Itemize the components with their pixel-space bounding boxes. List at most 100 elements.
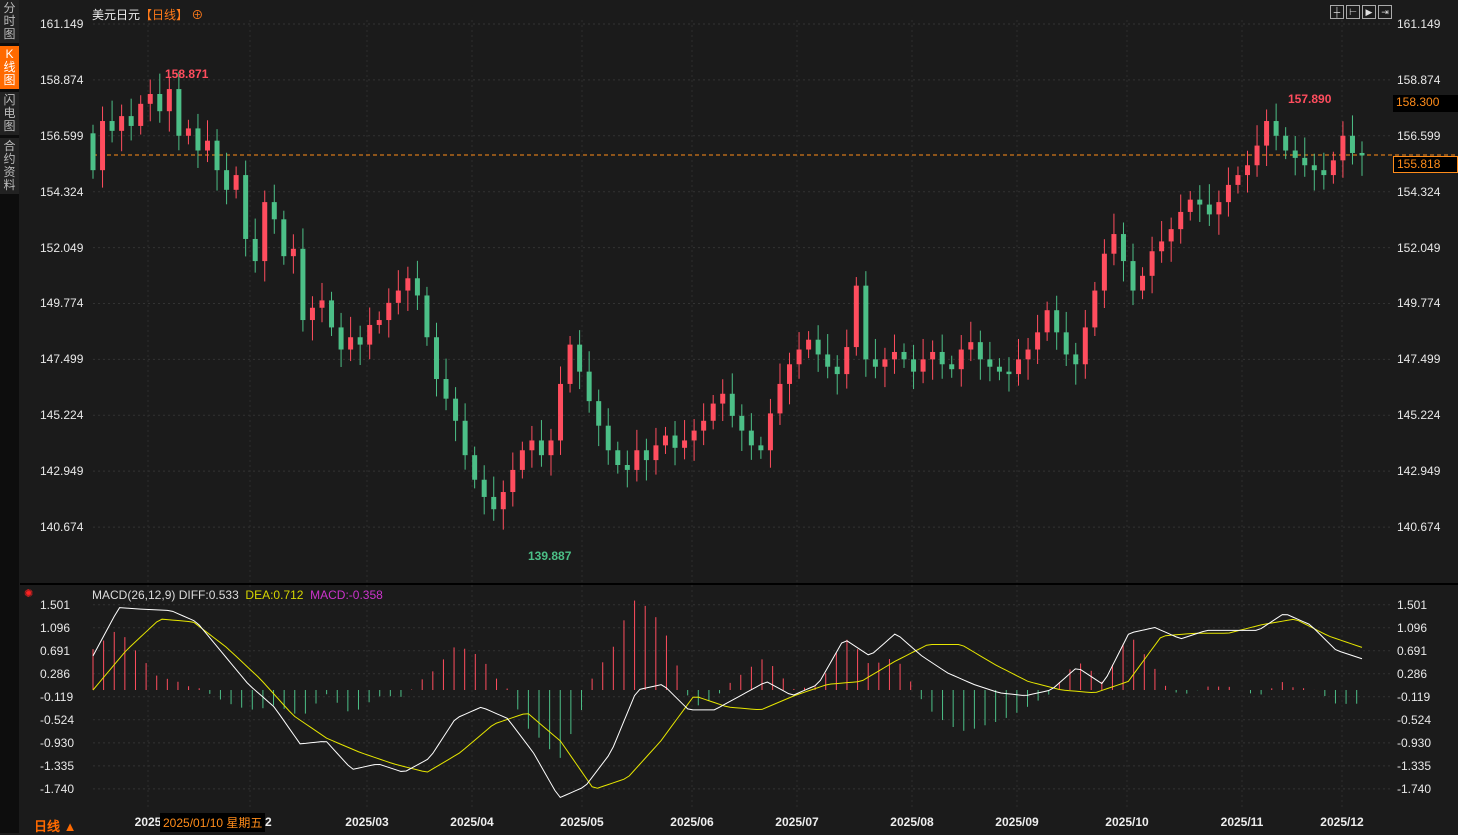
macd-tick-left: 1.501 bbox=[40, 597, 71, 612]
macd-tick-right: -1.740 bbox=[1397, 781, 1432, 796]
macd-settings-icon[interactable]: ✺ bbox=[24, 587, 33, 600]
candle-body bbox=[1321, 170, 1327, 176]
candle-body bbox=[271, 202, 277, 220]
candle-body bbox=[1235, 175, 1241, 185]
x-tick-label: 2025/08 bbox=[890, 815, 934, 829]
macd-tick-left: -0.930 bbox=[40, 735, 75, 750]
price-tick-left: 149.774 bbox=[40, 296, 84, 311]
candle-body bbox=[691, 430, 697, 441]
price-tick-left: 145.224 bbox=[40, 408, 84, 423]
macd-params: MACD(26,12,9) bbox=[92, 588, 176, 602]
macd-tick-right: 1.096 bbox=[1397, 620, 1428, 635]
range-select-icon[interactable]: ⊢ bbox=[1346, 5, 1360, 19]
candle-body bbox=[519, 450, 525, 470]
candle-body bbox=[996, 366, 1002, 372]
candle-body bbox=[1311, 165, 1317, 171]
candle-body bbox=[243, 175, 249, 239]
candle-body bbox=[920, 359, 926, 372]
x-tick-label: 2025 bbox=[134, 815, 162, 829]
high-label: 158.871 bbox=[165, 67, 209, 81]
candle-body bbox=[433, 337, 439, 380]
candle-body bbox=[138, 103, 144, 126]
candle-body bbox=[1149, 251, 1155, 276]
candle-body bbox=[357, 337, 363, 345]
macd-tick-right: -0.930 bbox=[1397, 735, 1432, 750]
candle-body bbox=[252, 238, 258, 262]
candle-body bbox=[538, 440, 544, 456]
recent-high-label: 157.890 bbox=[1288, 92, 1332, 106]
price-tick-right: 161.149 bbox=[1397, 17, 1441, 31]
candle-body bbox=[710, 403, 716, 421]
macd-tick-right: -0.119 bbox=[1397, 689, 1431, 704]
candle-body bbox=[529, 440, 535, 451]
candle-body bbox=[1130, 261, 1136, 291]
candle-body bbox=[958, 349, 964, 370]
play-forward-icon[interactable]: ▶ bbox=[1362, 5, 1376, 19]
chart-canvas[interactable]: 158.871 157.890 139.887 bbox=[0, 0, 1458, 833]
date-tooltip: 2025/01/10 星期五 bbox=[160, 813, 266, 832]
x-tick-label: 2025/09 bbox=[995, 815, 1039, 829]
candle-body bbox=[376, 320, 382, 325]
candle-body bbox=[1340, 135, 1346, 161]
candle-body bbox=[672, 435, 678, 448]
candle-body bbox=[1245, 165, 1251, 176]
macd-tick-left: -1.740 bbox=[40, 781, 75, 796]
candle-body bbox=[214, 140, 220, 171]
price-tick-right: 145.224 bbox=[1397, 408, 1441, 423]
low-label: 139.887 bbox=[528, 549, 572, 563]
x-tick-label: 2025/07 bbox=[775, 815, 819, 829]
candle-body bbox=[949, 364, 955, 370]
candle-body bbox=[806, 339, 812, 350]
macd-tick-left: -0.524 bbox=[40, 712, 75, 727]
candle-body bbox=[558, 383, 564, 441]
price-tick-right: 158.874 bbox=[1397, 72, 1441, 87]
x-tick-label: 2025/10 bbox=[1105, 815, 1149, 829]
candle-body bbox=[204, 140, 210, 151]
candle-body bbox=[1140, 275, 1146, 291]
candle-body bbox=[166, 89, 172, 112]
scroll-end-icon[interactable]: ⇥ bbox=[1378, 5, 1392, 19]
crosshair-icon[interactable]: ┼ bbox=[1330, 5, 1344, 19]
price-tick-left: 156.599 bbox=[40, 128, 84, 143]
candle-body bbox=[605, 425, 611, 451]
candle-body bbox=[930, 351, 936, 360]
candle-body bbox=[1197, 199, 1203, 205]
circle-plus-icon[interactable]: ⊕ bbox=[188, 8, 203, 22]
x-tick-label: 2025/06 bbox=[670, 815, 714, 829]
candle-body bbox=[233, 175, 239, 190]
candle-body bbox=[500, 492, 506, 510]
candle-body bbox=[510, 469, 516, 493]
candle-body bbox=[615, 450, 621, 466]
candle-body bbox=[1111, 234, 1117, 254]
candle-body bbox=[1006, 371, 1012, 375]
candle-body bbox=[1044, 310, 1050, 333]
candle-body bbox=[290, 248, 296, 257]
candle-body bbox=[701, 420, 707, 431]
price-tick-left: 147.499 bbox=[40, 352, 84, 367]
price-tick-left: 154.324 bbox=[40, 184, 84, 199]
candle-body bbox=[281, 219, 287, 257]
candle-body bbox=[395, 290, 401, 303]
candle-body bbox=[1035, 332, 1041, 350]
dea-value: DEA:0.712 bbox=[245, 588, 304, 602]
candle-body bbox=[176, 89, 182, 136]
diff-value: DIFF:0.533 bbox=[178, 588, 239, 602]
candle-body bbox=[787, 364, 793, 384]
candle-body bbox=[987, 359, 993, 367]
candle-body bbox=[968, 342, 974, 350]
candle-body bbox=[1159, 241, 1165, 252]
candle-body bbox=[147, 93, 153, 104]
candle-body bbox=[596, 401, 602, 426]
x-tick-label: 2025/03 bbox=[345, 815, 389, 829]
x-tick-label: 2025/11 bbox=[1220, 815, 1264, 829]
x-tick-label: 2025/04 bbox=[450, 815, 494, 829]
candle-body bbox=[882, 359, 888, 367]
candle-body bbox=[748, 430, 754, 446]
candle-body bbox=[758, 445, 764, 451]
period-button[interactable]: 日线 ▲ bbox=[34, 816, 76, 835]
candle-body bbox=[586, 371, 592, 402]
candle-body bbox=[825, 354, 831, 367]
candle-body bbox=[863, 285, 869, 360]
candle-body bbox=[1206, 204, 1212, 215]
price-tick-right: 149.774 bbox=[1397, 296, 1441, 311]
